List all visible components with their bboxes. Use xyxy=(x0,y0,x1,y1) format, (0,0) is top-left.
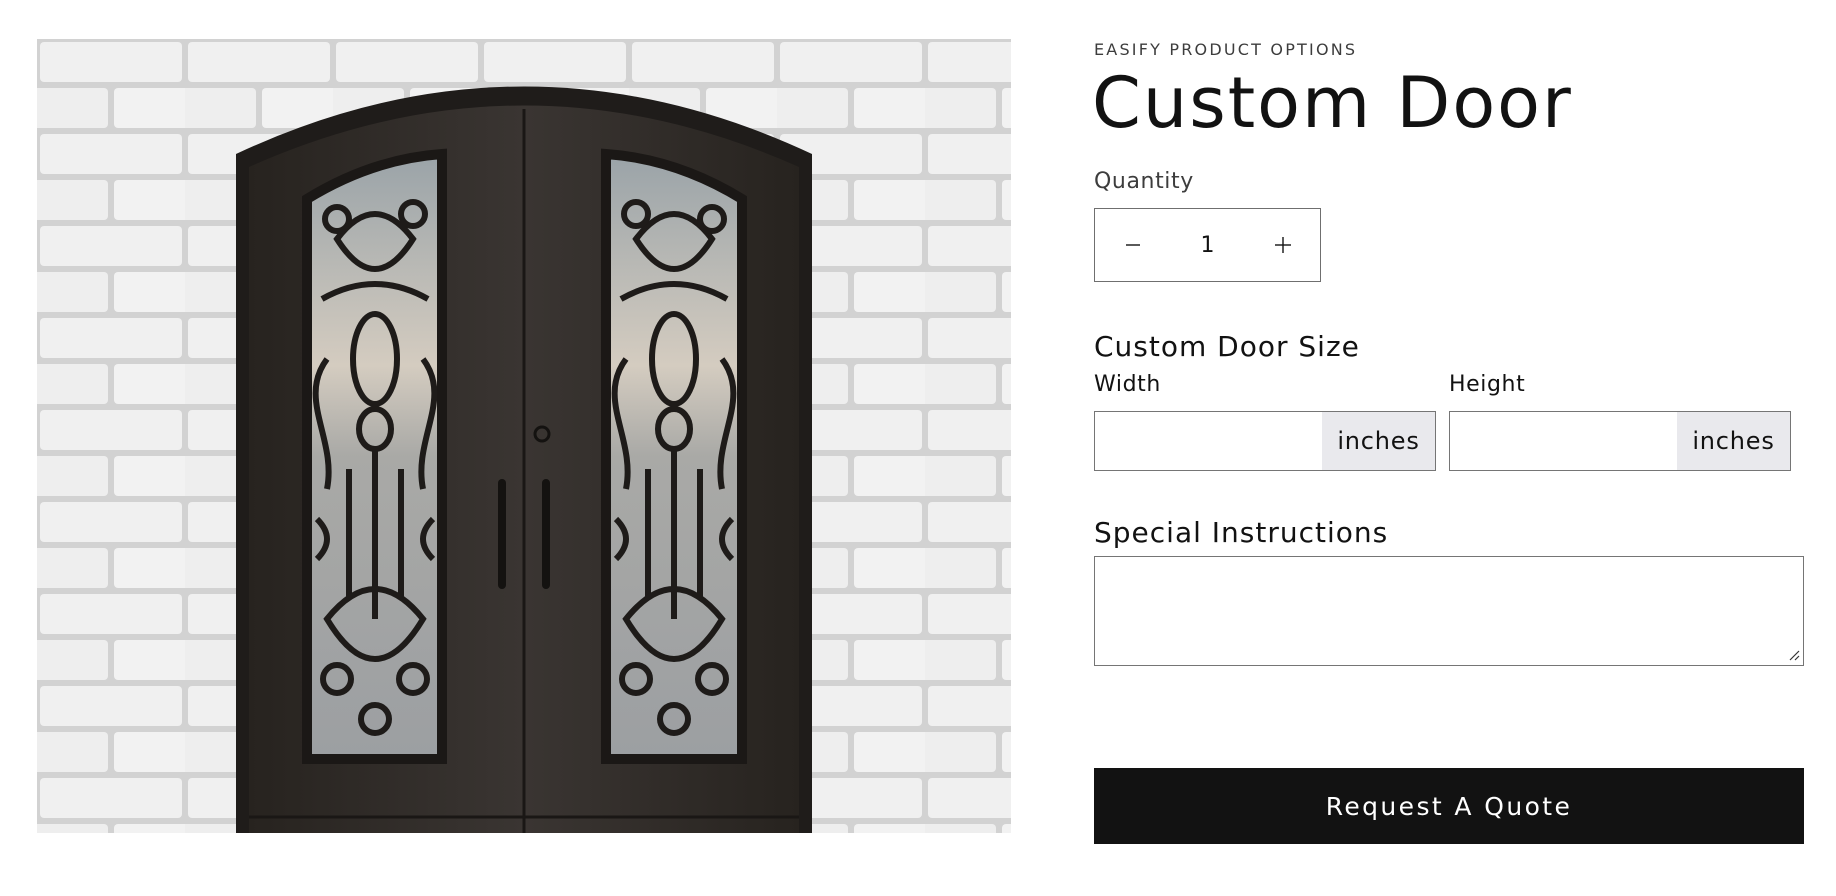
left-glass-panel xyxy=(302,148,447,764)
product-image xyxy=(37,39,1011,833)
height-unit-suffix: inches xyxy=(1677,412,1790,470)
width-input[interactable] xyxy=(1095,412,1322,470)
plus-icon xyxy=(1274,237,1291,253)
width-unit-suffix: inches xyxy=(1322,412,1435,470)
quantity-input[interactable] xyxy=(1170,231,1245,259)
door-illustration xyxy=(37,39,1011,833)
height-label: Height xyxy=(1449,372,1526,397)
quantity-decrease-button[interactable] xyxy=(1095,209,1170,281)
width-field: inches xyxy=(1094,411,1436,471)
height-input[interactable] xyxy=(1450,412,1677,470)
quantity-stepper xyxy=(1094,208,1321,282)
product-title: Custom Door xyxy=(1092,62,1573,144)
minus-icon xyxy=(1125,244,1140,246)
quantity-label: Quantity xyxy=(1094,169,1194,194)
resize-grip-icon[interactable] xyxy=(1788,649,1800,661)
right-glass-panel xyxy=(601,148,747,764)
product-page: EASIFY PRODUCT OPTIONS Custom Door Quant… xyxy=(0,0,1836,896)
special-instructions-heading: Special Instructions xyxy=(1094,516,1389,549)
special-instructions-textarea[interactable] xyxy=(1094,556,1804,666)
request-quote-button[interactable]: Request A Quote xyxy=(1094,768,1804,844)
product-vendor: EASIFY PRODUCT OPTIONS xyxy=(1094,40,1358,59)
door-size-heading: Custom Door Size xyxy=(1094,330,1360,363)
quantity-increase-button[interactable] xyxy=(1245,209,1320,281)
height-field: inches xyxy=(1449,411,1791,471)
width-label: Width xyxy=(1094,372,1161,397)
